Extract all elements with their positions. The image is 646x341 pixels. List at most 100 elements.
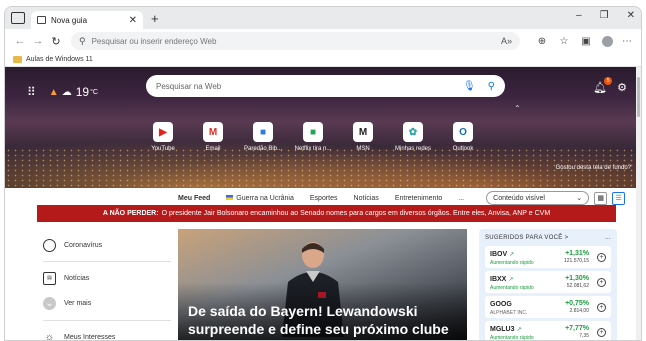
close-window-icon[interactable]: ✕	[627, 10, 635, 21]
folder-icon	[13, 56, 22, 63]
image-credit[interactable]: Gostou desta tela de fundo?	[556, 165, 631, 171]
grid-view-icon[interactable]: ▦	[594, 191, 608, 205]
feed-tab[interactable]: Esportes	[310, 195, 338, 202]
extensions-icon[interactable]: ⊕	[534, 36, 550, 47]
notification-badge: 5	[604, 77, 613, 85]
more-options-icon[interactable]: ...	[605, 235, 611, 241]
refresh-icon[interactable]: ↻	[47, 35, 65, 48]
feed-tab[interactable]: Meu Feed	[178, 195, 210, 202]
tab-new-tab[interactable]: Nova guia ✕	[31, 11, 143, 29]
shortcut-label: Outlook	[452, 146, 474, 152]
windows-icon: ■	[253, 122, 273, 142]
chevron-up-icon[interactable]: ⌃	[514, 104, 521, 113]
stocks-title[interactable]: SUGERIDOS PARA VOCÊ	[485, 235, 563, 241]
outlook-icon: O	[453, 122, 473, 142]
close-icon[interactable]: ✕	[129, 15, 137, 26]
stock-subtitle: Aumentando rápido	[490, 285, 534, 291]
msn-icon: M	[353, 122, 373, 142]
shortcut-tile[interactable]: ▶ YouTube	[138, 122, 188, 152]
warning-icon: ▲	[48, 86, 59, 98]
rail-item-coronavirus[interactable]: Coronavírus	[37, 229, 177, 261]
stock-row[interactable]: GOOG ALPHABET INC. +0,75% 2.814,00 +	[485, 296, 611, 318]
breaking-news-banner[interactable]: A NÃO PERDER: O presidente Jair Bolsonar…	[37, 205, 616, 222]
shortcut-tile[interactable]: M Email	[188, 122, 238, 152]
shortcut-label: YouTube	[151, 146, 175, 152]
gmail-icon: M	[203, 122, 223, 142]
collections-icon[interactable]: ▣	[578, 36, 594, 47]
trend-up-icon: ↗	[516, 327, 522, 333]
stock-subtitle: Aumentando rápido	[490, 260, 534, 266]
forward-icon[interactable]: →	[29, 35, 47, 47]
feed-tab[interactable]: Guerra na Ucrânia	[226, 194, 294, 202]
stock-price: 52.081,62	[566, 283, 589, 289]
stock-price: 7,35	[579, 333, 589, 339]
favorites-icon[interactable]: ☆	[556, 36, 572, 47]
stock-row[interactable]: MGLU3 ↗ Aumentando rápido +7,77% 7,35 +	[485, 321, 611, 341]
feed-more-icon[interactable]: ...	[458, 195, 464, 202]
news-icon: ▤	[43, 271, 56, 285]
story-headline: De saída do Bayern! Lewandowski surpreen…	[188, 303, 449, 337]
scrollbar[interactable]	[636, 67, 641, 340]
restore-icon[interactable]: ❐	[600, 10, 609, 21]
stock-change: +1,30%	[565, 275, 589, 282]
stock-row[interactable]: IBOV ↗ Aumentando rápido +1,31% 121.570,15 +	[485, 246, 611, 268]
back-icon[interactable]: ←	[11, 35, 29, 47]
search-icon[interactable]: ⚲	[488, 81, 495, 92]
tab-strip: Nova guia ✕ + – ❐ ✕	[5, 7, 641, 29]
shortcut-tile[interactable]: ✿ Minhas redes	[388, 122, 438, 152]
list-view-icon[interactable]: ☰	[612, 191, 626, 205]
address-bar[interactable]: ⚲ A»	[71, 32, 520, 50]
profile-avatar[interactable]	[602, 35, 613, 47]
shortcut-tile[interactable]: O Outlook	[438, 122, 488, 152]
select-value: Conteúdo visível	[493, 194, 545, 202]
stock-subtitle: Aumentando rápido	[490, 335, 534, 341]
chevron-down-icon: ⌄	[43, 296, 56, 310]
scrollbar-thumb[interactable]	[637, 77, 640, 117]
web-search-box[interactable]: Pesquisar na Web 🎙︎ ⚲	[146, 75, 505, 97]
sun-icon: ☼	[44, 331, 55, 341]
shortcut-tile[interactable]: M MSN	[338, 122, 388, 152]
weather-widget[interactable]: ▲ ☁ 19 °C	[49, 85, 98, 99]
add-icon[interactable]: +	[597, 277, 606, 287]
stock-subtitle: ALPHABET INC.	[490, 310, 528, 316]
stock-symbol: GOOG	[490, 301, 512, 308]
rail-item-more[interactable]: ⌄ Ver mais	[37, 294, 177, 312]
add-icon[interactable]: +	[597, 302, 606, 312]
cloud-icon: ☁	[61, 86, 72, 98]
minimize-icon[interactable]: –	[576, 10, 582, 21]
temperature: 19	[75, 85, 90, 99]
shortcut-tile[interactable]: ■ Netflix tira n...	[288, 122, 338, 152]
stock-price: 121.570,15	[563, 258, 589, 264]
feed-tab[interactable]: Entretenimento	[395, 195, 442, 202]
favorites-bar: Aulas de Windows 11	[5, 53, 641, 67]
microphone-icon[interactable]: 🎙︎	[463, 81, 476, 92]
left-rail: Coronavírus ▤ Notícias ⌄ Ver mais ☼ Meus…	[37, 229, 177, 341]
shortcut-tiles: ▶ YouTube M Email ■ Paredão Bib... ■ Netflix ti…	[138, 122, 488, 152]
apps-grid-icon[interactable]: ⠿	[27, 85, 36, 99]
shortcut-tile[interactable]: ■ Paredão Bib...	[238, 122, 288, 152]
more-menu-icon[interactable]: ⋯	[619, 36, 635, 47]
new-tab-button[interactable]: +	[151, 11, 159, 26]
shortcut-label: Paredão Bib...	[243, 146, 283, 152]
add-icon[interactable]: +	[597, 252, 606, 262]
content-visibility-select[interactable]: Conteúdo visível ⌄	[486, 191, 590, 205]
youtube-icon: ▶	[153, 122, 173, 142]
rail-item-news[interactable]: ▤ Notícias	[37, 262, 177, 294]
add-icon[interactable]: +	[597, 327, 606, 337]
shortcut-label: Minhas redes	[394, 146, 432, 152]
feed-tab[interactable]: Notícias	[354, 195, 379, 202]
stock-row[interactable]: IBXX ↗ Aumentando rápido +1,30% 52.081,62 +	[485, 271, 611, 293]
tab-actions-icon[interactable]	[11, 12, 25, 24]
tab-title: Nova guia	[51, 15, 88, 25]
page-icon	[37, 16, 46, 24]
favorite-item[interactable]: Aulas de Windows 11	[26, 56, 93, 63]
stock-symbol: IBOV	[490, 251, 508, 258]
top-story-card[interactable]: De saída do Bayern! Lewandowski surpreen…	[178, 229, 467, 340]
notifications-icon[interactable]: 🔔︎ 5	[593, 77, 613, 94]
rail-item-interests[interactable]: ☼ Meus Interesses	[37, 321, 177, 341]
read-aloud-icon[interactable]: A»	[501, 36, 512, 46]
chevron-right-icon[interactable]: >	[565, 235, 569, 241]
address-input[interactable]	[91, 36, 497, 46]
settings-icon[interactable]: ⚙	[617, 81, 627, 94]
trend-up-icon: ↗	[508, 277, 514, 283]
